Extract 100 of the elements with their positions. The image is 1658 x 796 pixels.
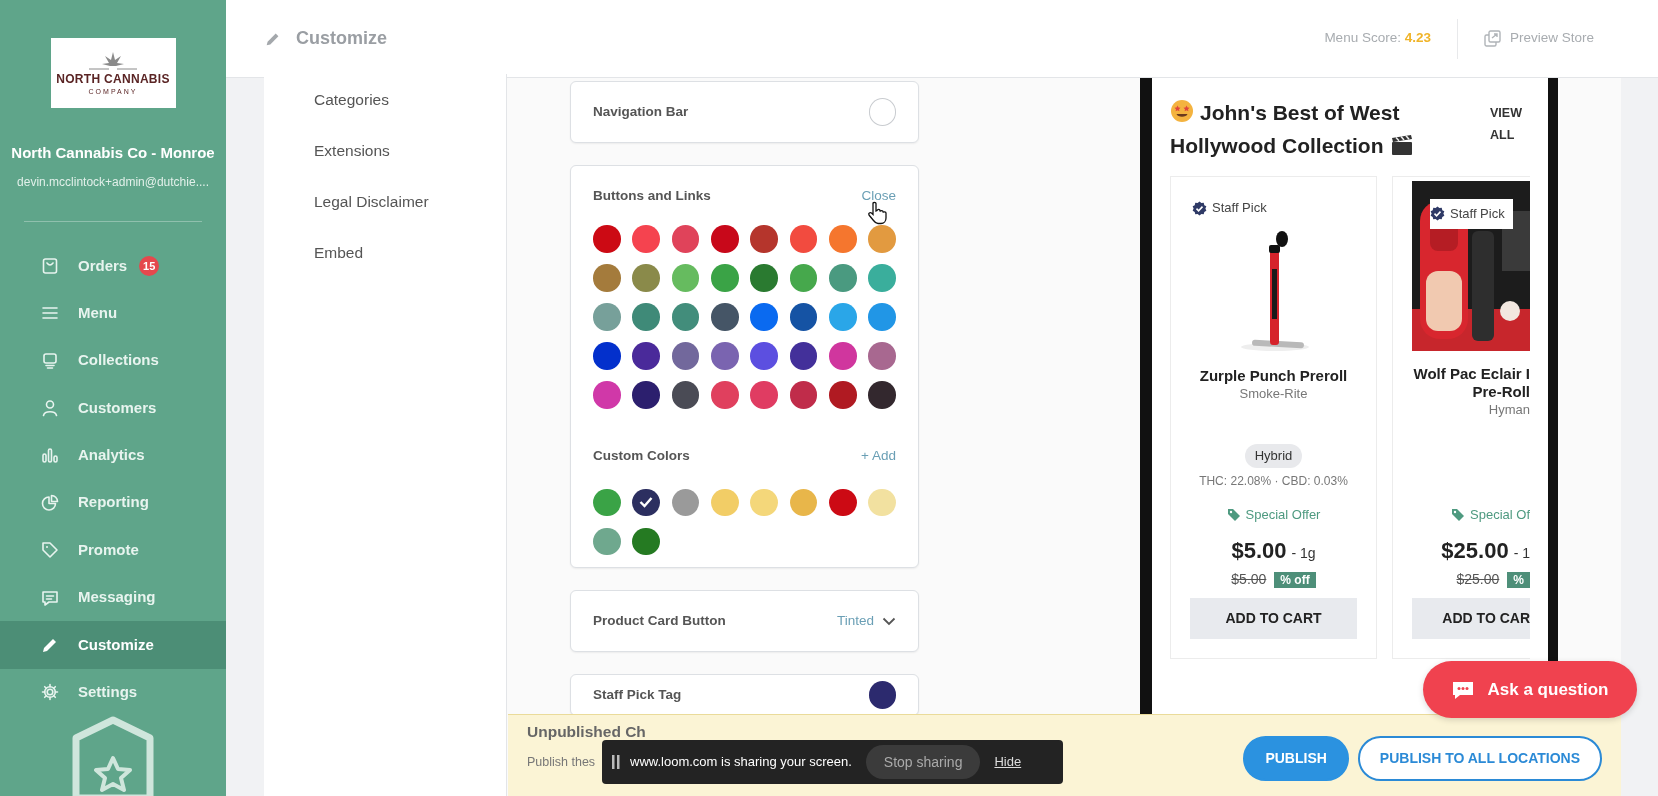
- color-swatch[interactable]: [789, 225, 818, 253]
- collection-title: John's Best of West Hollywood Collection: [1170, 96, 1470, 162]
- color-swatch[interactable]: [711, 264, 739, 292]
- color-swatch[interactable]: [750, 381, 778, 409]
- sidebar-item[interactable]: Customers: [0, 384, 226, 432]
- weight-label: - 1g: [1291, 545, 1316, 561]
- discount-badge: %: [1507, 572, 1530, 588]
- pause-icon: [612, 755, 620, 769]
- add-to-cart-button[interactable]: ADD TO CAR: [1412, 598, 1530, 639]
- color-swatch[interactable]: [711, 225, 739, 253]
- color-swatch[interactable]: [593, 264, 621, 292]
- tag-icon: [1226, 508, 1241, 522]
- page-title: Customize: [296, 27, 387, 50]
- color-swatch[interactable]: [868, 303, 896, 331]
- user-email: devin.mcclintock+admin@dutchie....: [17, 174, 209, 192]
- color-swatch[interactable]: [829, 342, 857, 370]
- sidebar-item[interactable]: Menu: [0, 289, 226, 337]
- color-swatch[interactable]: [671, 342, 700, 370]
- sidebar-item[interactable]: Reporting: [0, 479, 226, 527]
- color-swatch[interactable]: [593, 488, 621, 516]
- color-swatch[interactable]: [868, 488, 896, 516]
- potency-text: THC: 22.08% · CBD: 0.03%: [1198, 473, 1349, 490]
- publish-all-button[interactable]: PUBLISH TO ALL LOCATIONS: [1357, 736, 1602, 781]
- color-swatch[interactable]: [593, 527, 621, 555]
- color-swatch[interactable]: [750, 303, 778, 331]
- color-swatch[interactable]: [829, 264, 857, 292]
- color-swatch[interactable]: [868, 342, 896, 370]
- menu-score: Menu Score: 4.23: [1324, 29, 1431, 48]
- color-swatch[interactable]: [711, 381, 739, 409]
- special-offer-label: Special Offer: [1245, 506, 1321, 524]
- color-swatch[interactable]: [750, 488, 778, 516]
- section-title: Navigation Bar: [593, 102, 689, 121]
- color-swatch[interactable]: [789, 488, 818, 516]
- add-to-cart-button[interactable]: ADD TO CART: [1190, 598, 1357, 639]
- color-swatch[interactable]: [789, 342, 818, 370]
- person-icon: [40, 397, 60, 418]
- color-swatch[interactable]: [593, 225, 621, 253]
- sidebar-item[interactable]: Analytics: [0, 431, 226, 480]
- color-swatch[interactable]: [868, 381, 896, 409]
- sidebar-item[interactable]: Collections: [0, 336, 226, 385]
- color-swatch[interactable]: [671, 303, 700, 331]
- sidebar-item[interactable]: Settings: [0, 668, 226, 716]
- sidebar-item[interactable]: Customize: [0, 621, 226, 669]
- unpublished-title: Unpublished Ch: [527, 723, 646, 741]
- add-color-link[interactable]: + Add: [861, 445, 896, 466]
- color-swatch[interactable]: [671, 264, 700, 292]
- color-swatch[interactable]: [632, 225, 660, 253]
- style-dropdown[interactable]: Tinted: [836, 610, 896, 632]
- subnav-link[interactable]: Legal Disclaimer: [314, 176, 506, 227]
- subnav-link[interactable]: Embed: [314, 227, 506, 278]
- color-swatch[interactable]: [711, 488, 739, 516]
- color-swatch[interactable]: [868, 98, 896, 126]
- display-icon: [40, 350, 60, 371]
- publish-button[interactable]: PUBLISH: [1243, 736, 1349, 781]
- color-swatch[interactable]: [750, 225, 778, 253]
- color-swatch[interactable]: [632, 342, 660, 370]
- color-swatch[interactable]: [593, 381, 621, 409]
- color-swatch[interactable]: [632, 527, 660, 555]
- strain-tag: Hybrid: [1244, 444, 1303, 468]
- view-all-link[interactable]: VIEW ALL: [1490, 102, 1530, 162]
- color-swatch[interactable]: [671, 225, 700, 253]
- color-swatch[interactable]: [632, 381, 660, 409]
- color-swatch[interactable]: [750, 342, 778, 370]
- hide-link[interactable]: Hide: [994, 752, 1022, 772]
- color-swatch[interactable]: [789, 264, 818, 292]
- color-swatch[interactable]: [711, 303, 739, 331]
- color-swatch[interactable]: [593, 342, 621, 370]
- sidebar-item[interactable]: Messaging: [0, 573, 226, 622]
- color-swatch[interactable]: [829, 303, 857, 331]
- color-swatch[interactable]: [789, 303, 818, 331]
- color-swatch[interactable]: [711, 342, 739, 370]
- color-swatch[interactable]: [750, 264, 778, 292]
- color-swatch[interactable]: [632, 488, 660, 516]
- color-swatch[interactable]: [632, 264, 660, 292]
- product-name: Wolf Pac Eclair I: [1412, 365, 1530, 383]
- color-swatch[interactable]: [632, 303, 660, 331]
- color-swatch[interactable]: [829, 225, 857, 253]
- store-name: North Cannabis Co - Monroe: [11, 142, 215, 163]
- price: $5.00: [1231, 538, 1287, 563]
- color-swatch[interactable]: [829, 381, 857, 409]
- stop-sharing-button[interactable]: Stop sharing: [865, 745, 981, 779]
- star-struck-emoji-icon: [1170, 99, 1194, 123]
- verified-badge-icon: [1192, 200, 1207, 216]
- color-swatch[interactable]: [868, 264, 896, 292]
- hand-cursor-icon: [867, 201, 889, 225]
- color-swatch[interactable]: [868, 681, 896, 709]
- sidebar-item[interactable]: Promote: [0, 526, 226, 574]
- preview-store-link[interactable]: Preview Store: [1509, 28, 1594, 49]
- color-swatch[interactable]: [789, 381, 818, 409]
- color-swatch[interactable]: [671, 488, 700, 516]
- color-swatch[interactable]: [868, 225, 896, 253]
- color-swatch[interactable]: [671, 381, 700, 409]
- subnav-link[interactable]: Categories: [314, 74, 506, 125]
- subnav-link[interactable]: Extensions: [314, 125, 506, 176]
- product-name: Pre-Roll: [1471, 383, 1530, 401]
- sidebar-item[interactable]: Orders 15: [0, 242, 226, 290]
- color-swatch[interactable]: [593, 303, 621, 331]
- bar-chart-icon: [40, 445, 60, 466]
- ask-question-button[interactable]: Ask a question: [1423, 661, 1637, 718]
- color-swatch[interactable]: [829, 488, 857, 516]
